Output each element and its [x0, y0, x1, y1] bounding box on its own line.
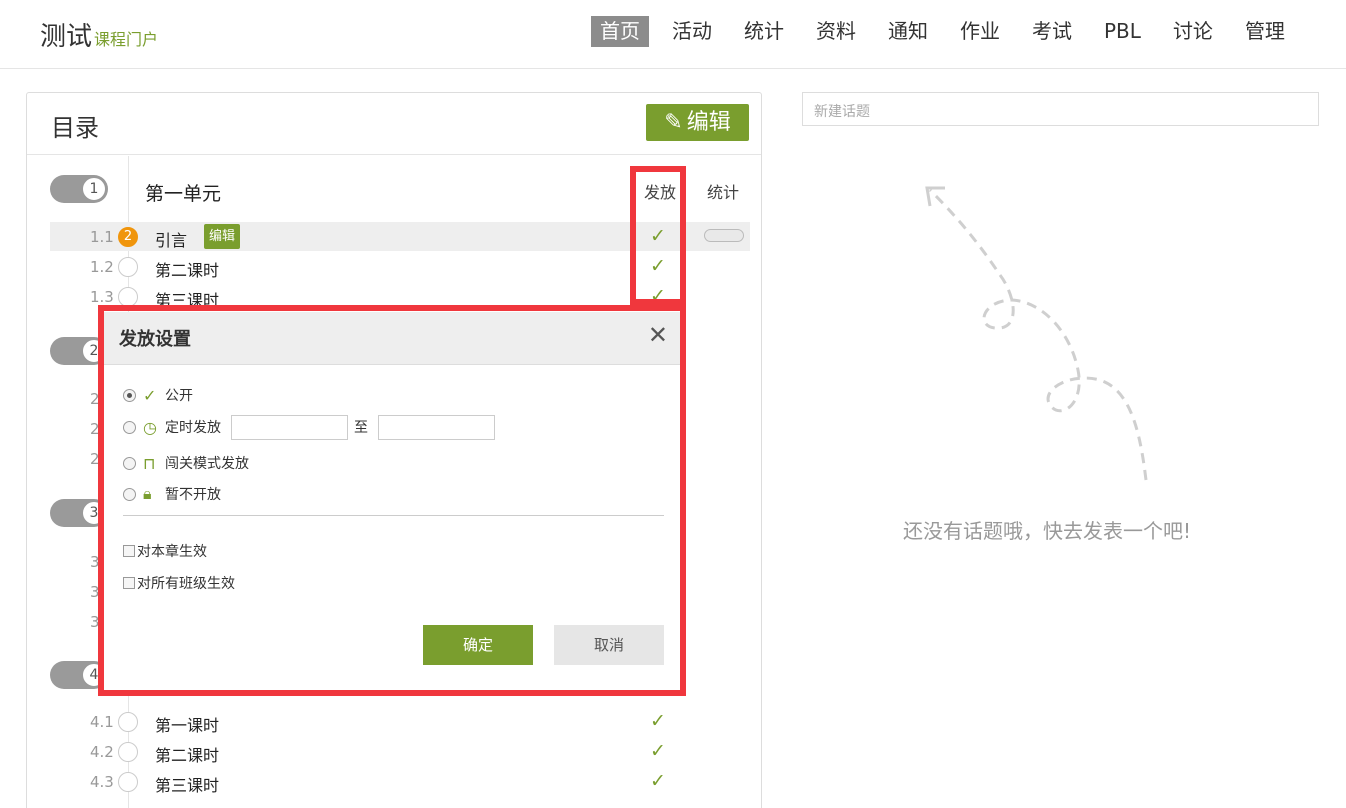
lesson-status-circle — [118, 287, 138, 307]
nav-notice[interactable]: 通知 — [879, 16, 937, 47]
lesson-status-circle — [118, 257, 138, 277]
logo-main: 测试 — [40, 22, 93, 52]
lesson-number: 1.1 — [90, 228, 114, 246]
empty-topics-message: 还没有话题哦，快去发表一个吧! — [903, 519, 1192, 543]
lesson-number: 4.2 — [90, 743, 114, 761]
check-icon: ✓ — [650, 710, 666, 732]
lesson-title[interactable]: 第三课时 — [155, 772, 219, 796]
nav-manage[interactable]: 管理 — [1236, 16, 1294, 47]
stats-toggle[interactable] — [704, 229, 744, 242]
lesson-number: 4.1 — [90, 713, 114, 731]
course-logo[interactable]: 测试 课程门户 — [40, 16, 158, 53]
unit-toggle-1[interactable]: 1 — [50, 175, 108, 203]
nav-homework[interactable]: 作业 — [951, 16, 1009, 47]
logo-sub: 课程门户 — [94, 30, 159, 49]
curly-arrow-illustration — [925, 186, 1148, 481]
page: 测试 课程门户 首页 活动 统计 资料 通知 作业 考试 PBL 讨论 管理 目录… — [0, 0, 1346, 808]
lesson-status-circle — [118, 772, 138, 792]
lesson-badge: 2 — [118, 227, 138, 247]
nav-materials[interactable]: 资料 — [807, 16, 865, 47]
unit-number: 1 — [82, 177, 106, 201]
nav-stats[interactable]: 统计 — [735, 16, 793, 47]
nav-pbl[interactable]: PBL — [1095, 16, 1150, 47]
nav-exam[interactable]: 考试 — [1023, 16, 1081, 47]
lesson-edit-tag[interactable]: 编辑 — [204, 224, 241, 249]
pencil-icon: ✎ — [664, 110, 683, 135]
new-topic-input[interactable]: 新建话题 — [802, 92, 1319, 126]
unit-title-1[interactable]: 第一单元 — [145, 179, 221, 206]
nav-activity[interactable]: 活动 — [663, 16, 721, 47]
catalog-title: 目录 — [51, 114, 99, 142]
dialog-highlight — [98, 305, 686, 696]
lesson-status-circle — [118, 712, 138, 732]
lesson-title[interactable]: 第一课时 — [155, 712, 219, 736]
top-header: 测试 课程门户 首页 活动 统计 资料 通知 作业 考试 PBL 讨论 管理 — [0, 0, 1346, 69]
catalog-edit-button[interactable]: ✎ 编辑 — [646, 104, 749, 141]
catalog-header: 目录 ✎ 编辑 — [27, 93, 761, 155]
lesson-number: 1.3 — [90, 288, 114, 306]
lesson-row-4-2[interactable]: 4.2 第二课时 ✓ — [50, 737, 750, 766]
check-icon: ✓ — [650, 740, 666, 762]
lesson-row-4-3[interactable]: 4.3 第三课时 ✓ — [50, 767, 750, 796]
column-stats-header: 统计 — [707, 183, 740, 202]
nav-discussion[interactable]: 讨论 — [1164, 16, 1222, 47]
release-column-highlight — [630, 166, 686, 305]
nav-home[interactable]: 首页 — [591, 16, 649, 47]
lesson-row-4-1[interactable]: 4.1 第一课时 ✓ — [50, 707, 750, 736]
edit-label: 编辑 — [686, 110, 731, 135]
lesson-number: 4.3 — [90, 773, 114, 791]
lesson-title[interactable]: 第二课时 — [155, 742, 219, 766]
lesson-number: 1.2 — [90, 258, 114, 276]
check-icon: ✓ — [650, 770, 666, 792]
main-nav: 首页 活动 统计 资料 通知 作业 考试 PBL 讨论 管理 — [591, 16, 1308, 47]
lesson-title[interactable]: 引言 — [155, 227, 187, 251]
lesson-title[interactable]: 第二课时 — [155, 257, 219, 281]
lesson-status-circle — [118, 742, 138, 762]
arrow-path — [928, 188, 1148, 481]
